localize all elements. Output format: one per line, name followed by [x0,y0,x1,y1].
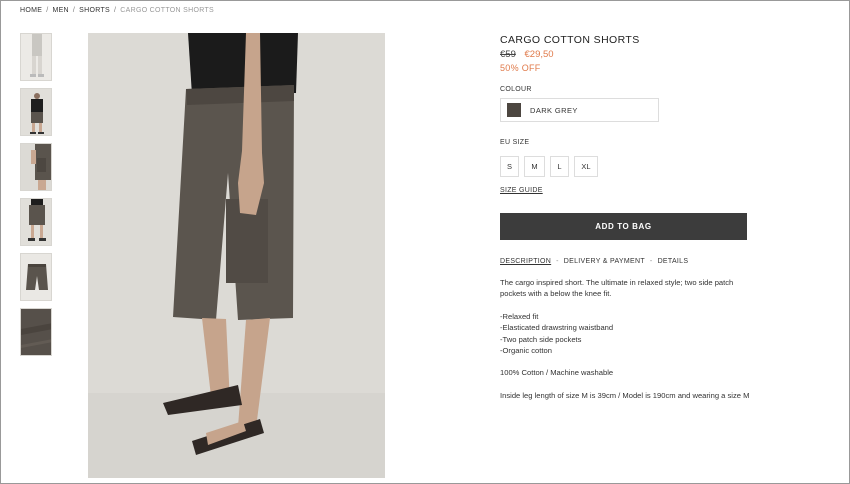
sale-price: €29,50 [524,49,554,60]
thumbnail-image [21,144,51,190]
thumbnail-image [21,309,51,355]
add-to-bag-button[interactable]: ADD TO BAG [500,213,747,240]
size-option-l[interactable]: L [550,156,569,177]
thumbnail-image [21,89,51,135]
tab-separator: - [649,258,653,265]
size-option-m[interactable]: M [524,156,545,177]
size-label: EU SIZE [500,139,530,146]
colour-swatch [507,103,521,117]
feature-item: -Elasticated drawstring waistband [500,323,614,333]
description-panel: The cargo inspired short. The ultimate i… [500,277,750,412]
product-thumbnail-5[interactable] [20,253,52,301]
product-thumbnail-1[interactable] [20,33,52,81]
original-price: €59 [500,49,516,60]
breadcrumb-current: CARGO COTTON SHORTS [120,7,214,14]
info-tabs: DESCRIPTION - DELIVERY & PAYMENT - DETAILS [500,258,688,265]
fit-note: Inside leg length of size M is 39cm / Mo… [500,390,750,400]
size-guide-link[interactable]: SIZE GUIDE [500,187,543,194]
product-title: CARGO COTTON SHORTS [500,34,640,46]
feature-item: -Relaxed fit [500,311,539,321]
size-options: S M L XL [500,156,598,177]
discount-badge: 50% OFF [500,63,541,73]
product-thumbnail-2[interactable] [20,88,52,136]
tab-delivery-payment[interactable]: DELIVERY & PAYMENT [564,258,645,265]
thumbnail-image [21,199,51,245]
colour-selector[interactable]: DARK GREY [500,98,659,122]
product-thumbnail-6[interactable] [20,308,52,356]
breadcrumb-home[interactable]: HOME [20,7,42,14]
description-intro: The cargo inspired short. The ultimate i… [500,278,734,299]
colour-name: DARK GREY [530,105,578,115]
product-photo [88,33,385,478]
feature-list: -Relaxed fit -Elasticated drawstring wai… [500,311,750,357]
colour-label: COLOUR [500,86,532,93]
product-info: CARGO COTTON SHORTS €59 €29,50 50% OFF C… [500,34,750,400]
size-option-xl[interactable]: XL [574,156,598,177]
breadcrumb-shorts[interactable]: SHORTS [79,7,110,14]
price-row: €59 €29,50 [500,49,750,60]
feature-item: -Two patch side pockets [500,334,582,344]
breadcrumb-separator: / [114,7,117,14]
thumbnail-image [21,254,51,300]
product-thumbnail-4[interactable] [20,198,52,246]
breadcrumb-separator: / [46,7,49,14]
size-option-s[interactable]: S [500,156,519,177]
feature-item: -Organic cotton [500,346,552,356]
breadcrumb: HOME / MEN / SHORTS / CARGO COTTON SHORTS [20,7,214,14]
product-thumbnail-3[interactable] [20,143,52,191]
breadcrumb-separator: / [72,7,76,14]
thumbnail-list [20,33,53,363]
tab-description[interactable]: DESCRIPTION [500,258,551,265]
breadcrumb-men[interactable]: MEN [52,7,68,14]
tab-details[interactable]: DETAILS [658,258,689,265]
main-product-image[interactable] [88,33,385,478]
tab-separator: - [556,258,559,265]
thumbnail-image [21,34,51,80]
care-info: 100% Cotton / Machine washable [500,368,614,378]
